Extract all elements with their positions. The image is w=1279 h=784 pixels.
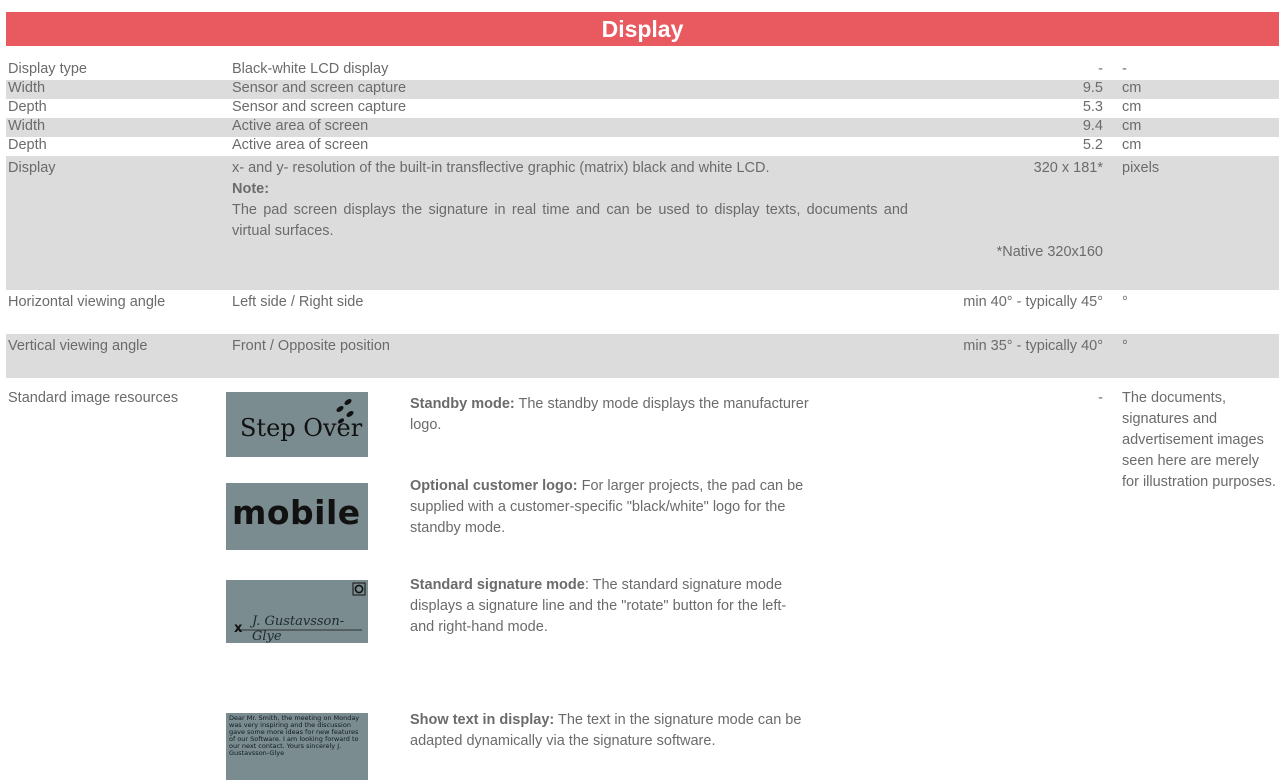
- signature-mode-image: x J. Gustavsson-Glye: [226, 580, 368, 643]
- item-title: Standard signature mode: [410, 577, 585, 593]
- item-title: Show text in display:: [410, 712, 555, 728]
- row-unit: °: [1122, 294, 1128, 310]
- row-unit: °: [1122, 338, 1128, 354]
- row-description: Left side / Right side: [232, 294, 364, 310]
- spec-row-depth-sensor: Depth Sensor and screen capture 5.3 cm: [6, 99, 1279, 118]
- row-value: -: [1098, 390, 1103, 406]
- spec-row-horizontal-angle: Horizontal viewing angle Left side / Rig…: [6, 290, 1279, 334]
- row-value: min 35° - typically 40°: [963, 338, 1103, 354]
- row-description: Sensor and screen capture: [232, 80, 407, 96]
- row-value: 9.4: [1082, 118, 1103, 134]
- row-unit: cm: [1122, 118, 1142, 134]
- row-value: -: [1098, 61, 1103, 77]
- row-value: 9.5: [1082, 80, 1103, 96]
- row-description: Black-white LCD display: [232, 61, 389, 77]
- letter-text: Dear Mr. Smith, the meeting on Monday wa…: [229, 714, 360, 757]
- row-unit: cm: [1122, 137, 1142, 153]
- row-unit: cm: [1122, 80, 1142, 96]
- row-label: Display type: [8, 61, 87, 77]
- row-value: min 40° - typically 45°: [963, 294, 1103, 310]
- note-label: Note:: [232, 181, 270, 197]
- spec-row-display-type: Display type Black-white LCD display - -: [6, 61, 1279, 80]
- signature-text: J. Gustavsson-Glye: [252, 614, 345, 643]
- note-text: The pad screen displays the signature in…: [232, 202, 908, 239]
- row-label: Standard image resources: [8, 390, 179, 406]
- customer-logo-image: mobile: [226, 483, 368, 550]
- signature-mode-description: Standard signature mode: The standard si…: [410, 575, 810, 638]
- customer-logo-description: Optional customer logo: For larger proje…: [410, 476, 810, 539]
- spec-row-vertical-angle: Vertical viewing angle Front / Opposite …: [6, 334, 1279, 378]
- row-description: Active area of screen: [232, 137, 369, 153]
- spec-row-width-active: Width Active area of screen 9.4 cm: [6, 118, 1279, 137]
- row-value: 320 x 181*: [1033, 160, 1103, 176]
- row-label: Depth: [8, 137, 47, 153]
- item-title: Standby mode:: [410, 396, 515, 412]
- row-description: Active area of screen: [232, 118, 369, 134]
- row-unit: pixels: [1122, 160, 1160, 176]
- mobile-logo-text: mobile: [232, 493, 361, 532]
- text-display-description: Show text in display: The text in the si…: [410, 710, 810, 752]
- standby-mode-description: Standby mode: The standby mode displays …: [410, 394, 810, 436]
- item-title: Optional customer logo:: [410, 478, 578, 494]
- spec-row-width-sensor: Width Sensor and screen capture 9.5 cm: [6, 80, 1279, 99]
- row-label: Horizontal viewing angle: [8, 294, 166, 310]
- resolution-text: x- and y- resolution of the built-in tra…: [232, 160, 770, 176]
- row-label: Width: [8, 80, 46, 96]
- row-value: 5.2: [1082, 137, 1103, 153]
- spec-row-depth-active: Depth Active area of screen 5.2 cm: [6, 137, 1279, 156]
- row-label: Depth: [8, 99, 47, 115]
- section-title: Display: [6, 12, 1279, 46]
- svg-text:x: x: [234, 621, 243, 636]
- row-value-note: *Native 320x160: [996, 244, 1103, 260]
- text-display-image: Dear Mr. Smith, the meeting on Monday wa…: [226, 713, 368, 780]
- row-value: 5.3: [1082, 99, 1103, 115]
- standby-logo-image: Step Over: [226, 392, 368, 457]
- row-label: Vertical viewing angle: [8, 338, 148, 354]
- row-unit: -: [1122, 61, 1127, 77]
- row-description: Sensor and screen capture: [232, 99, 407, 115]
- row-unit: cm: [1122, 99, 1142, 115]
- row-description: Front / Opposite position: [232, 338, 390, 354]
- illustration-remark: The documents, signatures and advertisem…: [1122, 390, 1276, 490]
- row-label: Width: [8, 118, 46, 134]
- row-label: Display: [8, 160, 56, 176]
- spec-row-display-resolution: Display x- and y- resolution of the buil…: [6, 156, 1279, 290]
- row-description: x- and y- resolution of the built-in tra…: [232, 158, 908, 242]
- footprints-icon: [336, 399, 354, 424]
